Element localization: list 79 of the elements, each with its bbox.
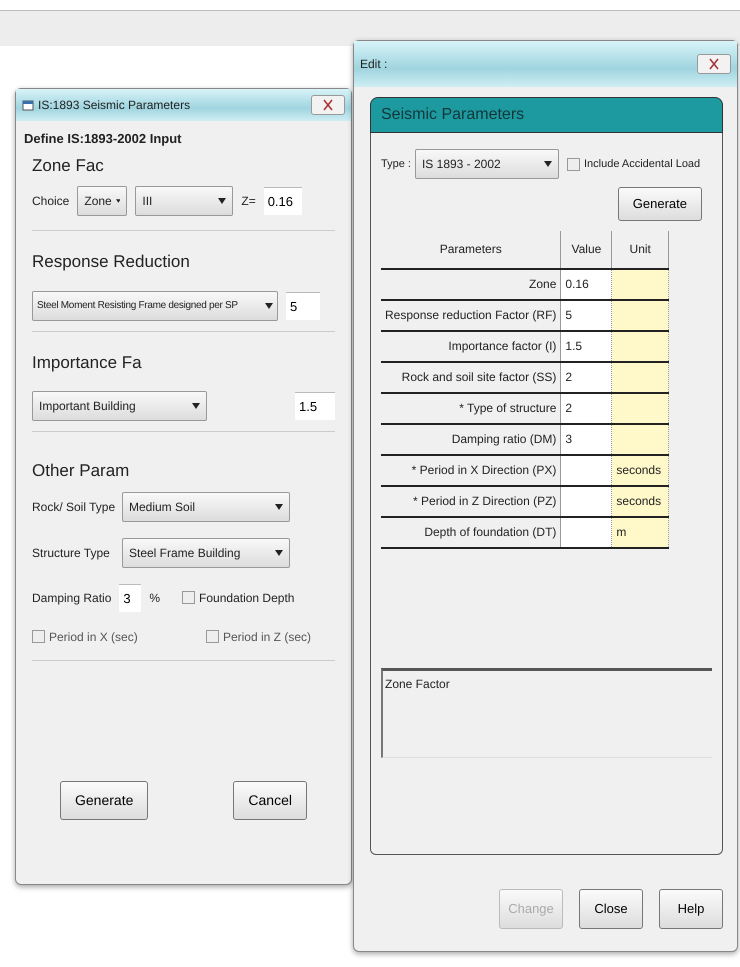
caret-icon: [116, 198, 120, 204]
z-value-field[interactable]: 0.16: [264, 187, 302, 215]
dialog-button[interactable]: Generate: [60, 781, 148, 820]
group-title: Other Param: [32, 460, 130, 482]
parameter-cell: * Period in Z Direction (PZ): [381, 486, 561, 516]
unit-cell: [612, 330, 668, 362]
rf-value-field[interactable]: 5: [286, 292, 320, 320]
unit-cell: seconds: [612, 454, 668, 486]
checkbox-label: Period in X (sec): [49, 628, 138, 646]
dropdown[interactable]: III: [135, 186, 234, 216]
field-label: Rock/ Soil Type: [32, 498, 116, 516]
value-cell[interactable]: 1.5: [560, 330, 612, 362]
checkbox[interactable]: [32, 630, 45, 643]
dialog-button[interactable]: Close: [579, 889, 643, 928]
checkbox-label: Foundation Depth: [199, 590, 294, 606]
value-cell[interactable]: 5: [560, 300, 612, 330]
close-icon: [323, 99, 333, 111]
parameter-cell: Zone: [381, 268, 561, 300]
close-button[interactable]: [697, 54, 731, 74]
dialog-button[interactable]: Cancel: [233, 781, 307, 820]
unit-cell: [612, 268, 668, 300]
checkbox[interactable]: [182, 591, 196, 604]
value-cell[interactable]: 0.16: [560, 268, 612, 300]
value-cell[interactable]: 2: [560, 362, 612, 392]
importance-value-field[interactable]: 1.5: [295, 392, 335, 420]
parameter-cell: Importance factor (I): [381, 330, 561, 362]
group-title: Importance Fa: [32, 352, 143, 374]
field-label: Type :: [381, 156, 411, 172]
caret-icon: [192, 403, 200, 409]
window-title: IS:1893 Seismic Parameters: [38, 97, 190, 114]
checkbox[interactable]: [206, 630, 219, 643]
parameter-cell: * Type of structure: [381, 392, 561, 424]
checkbox-label: Include Accidental Load: [584, 156, 700, 172]
value-cell[interactable]: [560, 486, 612, 516]
field-label: Choice: [32, 193, 70, 210]
value-cell[interactable]: [560, 516, 612, 548]
checkbox[interactable]: [566, 158, 580, 170]
unit-cell: m: [612, 516, 668, 548]
close-button[interactable]: [311, 95, 345, 115]
value-cell[interactable]: 2: [560, 392, 612, 424]
dropdown[interactable]: IS 1893 - 2002: [414, 149, 559, 179]
unit-cell: [612, 362, 668, 392]
window-title: Edit :: [360, 56, 388, 73]
unit-cell: seconds: [612, 486, 668, 516]
close-icon: [709, 58, 719, 70]
caret-icon: [265, 302, 273, 308]
unit-label: %: [149, 590, 160, 606]
group-title: Zone Fac: [32, 154, 105, 176]
field-label: Damping Ratio: [32, 590, 112, 606]
panel-header: Seismic Parameters: [370, 97, 723, 133]
parameter-cell: Response reduction Factor (RF): [381, 300, 561, 330]
unit-cell: [612, 392, 668, 424]
field-label: Structure Type: [32, 544, 111, 562]
parameter-cell: Damping ratio (DM): [381, 424, 561, 454]
caret-icon: [218, 198, 226, 204]
value-cell[interactable]: [560, 454, 612, 486]
dropdown[interactable]: Medium Soil: [122, 492, 290, 522]
parameter-cell: Rock and soil site factor (SS): [381, 362, 561, 392]
dropdown[interactable]: Steel Moment Resisting Frame designed per SP: [32, 290, 278, 320]
description-box: Zone Factor: [381, 668, 712, 758]
section-heading: Define IS:1893-2002 Input: [24, 130, 182, 148]
caret-icon: [275, 504, 283, 510]
dropdown[interactable]: Important Building: [32, 391, 207, 421]
app-icon: [22, 99, 34, 111]
damping-field[interactable]: 3: [119, 584, 142, 612]
checkbox-label: Period in Z (sec): [222, 628, 311, 646]
caret-icon: [275, 550, 283, 556]
caret-icon: [544, 161, 552, 167]
unit-cell: [612, 424, 668, 454]
field-label: Z=: [241, 193, 256, 210]
dropdown[interactable]: Steel Frame Building: [122, 538, 290, 568]
unit-cell: [612, 300, 668, 330]
generate-button[interactable]: Generate: [618, 187, 702, 220]
value-cell[interactable]: 3: [560, 424, 612, 454]
dialog-button[interactable]: Help: [659, 889, 723, 928]
dropdown[interactable]: Zone: [77, 186, 128, 216]
parameter-cell: * Period in X Direction (PX): [381, 454, 561, 486]
group-title: Response Reduction: [32, 251, 191, 273]
parameter-cell: Depth of foundation (DT): [381, 516, 561, 548]
